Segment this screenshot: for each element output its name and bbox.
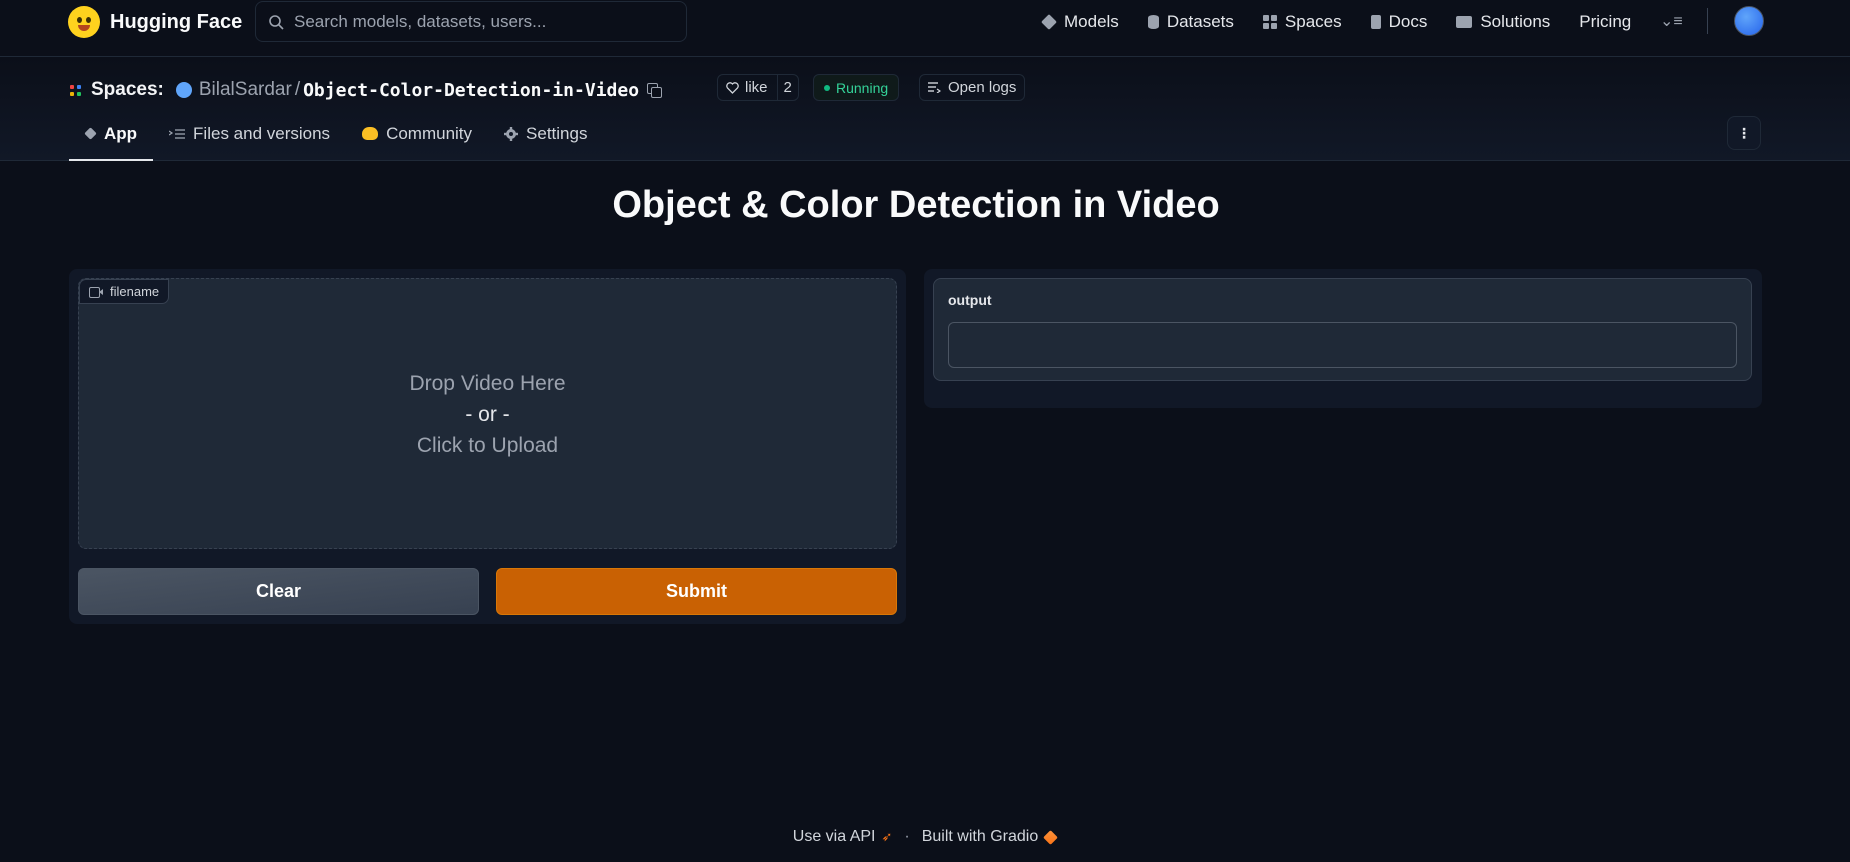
- like-button[interactable]: like 2: [717, 74, 799, 101]
- tab-app[interactable]: App: [69, 124, 154, 161]
- brand-logo[interactable]: Hugging Face: [68, 6, 242, 38]
- kebab-menu-icon: ⋮: [1737, 124, 1751, 141]
- nav-link-label: Datasets: [1166, 12, 1234, 31]
- use-via-api-label: Use via API: [792, 828, 876, 845]
- input-label-chip: filename: [79, 279, 170, 304]
- input-label: filename: [110, 284, 160, 299]
- space-header: Spaces: BilalSardar / Object-Color-Detec…: [0, 58, 1850, 161]
- nav-link-docs[interactable]: Docs: [1370, 12, 1428, 32]
- open-logs-label: Open logs: [948, 79, 1017, 96]
- video-camera-icon: [89, 286, 103, 298]
- space-tabs: App Files and versions Community Setting…: [69, 124, 603, 161]
- models-cube-icon: [1041, 14, 1057, 30]
- rocket-icon: ➶: [881, 829, 893, 844]
- menu-list-icon[interactable]: ⌄≡: [1660, 11, 1683, 31]
- like-count: 2: [776, 75, 798, 100]
- space-repo-name[interactable]: Object-Color-Detection-in-Video: [303, 80, 639, 101]
- tab-files-and-versions[interactable]: Files and versions: [153, 124, 346, 161]
- output-textbox[interactable]: [948, 322, 1737, 368]
- tab-label: Community: [386, 124, 473, 143]
- files-list-icon: [169, 129, 186, 139]
- open-logs-button[interactable]: Open logs: [919, 74, 1026, 101]
- breadcrumb-separator: /: [294, 79, 301, 100]
- space-owner-link[interactable]: BilalSardar: [199, 79, 292, 101]
- tab-community[interactable]: Community: [346, 124, 488, 161]
- logs-icon: [928, 82, 941, 93]
- search-input[interactable]: [294, 11, 674, 32]
- footer-separator: ·: [904, 828, 910, 845]
- clear-button[interactable]: Clear: [78, 568, 479, 615]
- footer: Use via API ➶ · Built with Gradio: [0, 828, 1850, 846]
- hugging-face-emoji-icon: [68, 6, 100, 38]
- status-badge: Running: [813, 74, 900, 101]
- built-with-gradio-label: Built with Gradio: [921, 828, 1039, 845]
- brand-name: Hugging Face: [110, 10, 243, 33]
- community-hands-icon: [362, 127, 379, 140]
- nav-link-models[interactable]: Models: [1041, 12, 1119, 32]
- nav-link-label: Models: [1064, 12, 1119, 31]
- top-navbar: Hugging Face Models Datasets Spaces Docs…: [0, 0, 1850, 57]
- briefcase-icon: [1456, 16, 1473, 28]
- owner-avatar: [175, 82, 192, 98]
- drop-line-3: Click to Upload: [416, 434, 559, 457]
- output-label: output: [948, 292, 992, 308]
- spaces-section-label: Spaces:: [91, 79, 164, 100]
- nav-link-datasets[interactable]: Datasets: [1147, 12, 1234, 32]
- nav-link-pricing[interactable]: Pricing: [1579, 12, 1631, 32]
- use-via-api-link[interactable]: Use via API ➶: [793, 828, 893, 846]
- heart-icon: [726, 81, 739, 94]
- status-text: Running: [836, 79, 889, 96]
- video-upload-dropzone[interactable]: filename Drop Video Here - or - Click to…: [78, 278, 897, 549]
- output-block: output: [933, 278, 1752, 381]
- nav-link-label: Solutions: [1480, 12, 1551, 31]
- spaces-grid-icon: [1262, 15, 1277, 29]
- dropzone-text: Drop Video Here - or - Click to Upload: [79, 368, 896, 461]
- spaces-logo-icon: [70, 84, 81, 96]
- output-panel: output: [924, 269, 1762, 408]
- nav-link-label: Docs: [1388, 12, 1428, 31]
- nav-link-spaces[interactable]: Spaces: [1262, 12, 1342, 32]
- docs-icon: [1370, 15, 1381, 29]
- copy-icon[interactable]: [647, 83, 663, 98]
- search-bar[interactable]: [255, 1, 687, 42]
- submit-button[interactable]: Submit: [496, 568, 897, 615]
- tab-label: App: [104, 124, 138, 143]
- input-panel: filename Drop Video Here - or - Click to…: [69, 269, 906, 624]
- tab-settings[interactable]: Settings: [488, 124, 603, 161]
- gear-icon: [504, 127, 519, 141]
- tab-label: Settings: [526, 124, 588, 143]
- nav-link-solutions[interactable]: Solutions: [1456, 12, 1550, 32]
- app-cube-icon: [84, 127, 97, 140]
- nav-divider: [1707, 8, 1708, 34]
- status-dot-icon: [824, 84, 830, 91]
- built-with-gradio-link[interactable]: Built with Gradio: [921, 828, 1059, 846]
- nav-link-label: Spaces: [1284, 12, 1342, 31]
- search-icon: [269, 14, 284, 30]
- nav-link-label: Pricing: [1579, 12, 1632, 31]
- tab-label: Files and versions: [193, 124, 331, 143]
- main-nav: Models Datasets Spaces Docs Solutions Pr…: [1041, 9, 1660, 35]
- database-icon: [1147, 15, 1159, 29]
- drop-line-1: Drop Video Here: [409, 372, 566, 395]
- like-label: like: [745, 79, 768, 96]
- more-options-button[interactable]: ⋮: [1727, 116, 1761, 150]
- drop-line-2: - or -: [465, 403, 510, 426]
- breadcrumb: Spaces: BilalSardar / Object-Color-Detec…: [70, 78, 663, 102]
- gradio-logo-icon: [1043, 829, 1059, 845]
- user-avatar[interactable]: [1734, 6, 1764, 36]
- app-title: Object & Color Detection in Video: [612, 184, 1220, 226]
